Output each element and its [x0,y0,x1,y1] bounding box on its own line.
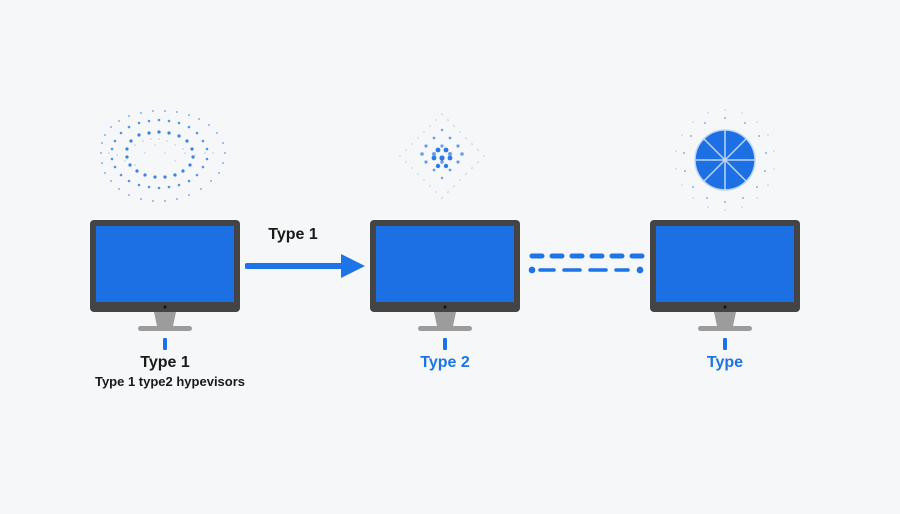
monitor-type1 [90,220,240,335]
caption-tick-2 [443,338,447,350]
arrow-type1-label: Type 1 [258,226,328,244]
connector-dashed [528,250,646,276]
monitor-type [650,220,800,335]
monitor-type2 [370,220,520,335]
subcaption-type1: Type 1 type2 hypevisors [70,374,270,389]
caption-tick-1 [163,338,167,350]
pattern-radial-wheel [660,105,790,215]
caption-tick-3 [723,338,727,350]
caption-type: Type [680,354,770,372]
caption-type2: Type 2 [395,354,495,372]
pattern-halftone-ring [95,105,235,210]
caption-type1: Type 1 [110,354,220,372]
pattern-halftone-diamond [382,110,502,205]
arrow-type1 [245,252,365,280]
